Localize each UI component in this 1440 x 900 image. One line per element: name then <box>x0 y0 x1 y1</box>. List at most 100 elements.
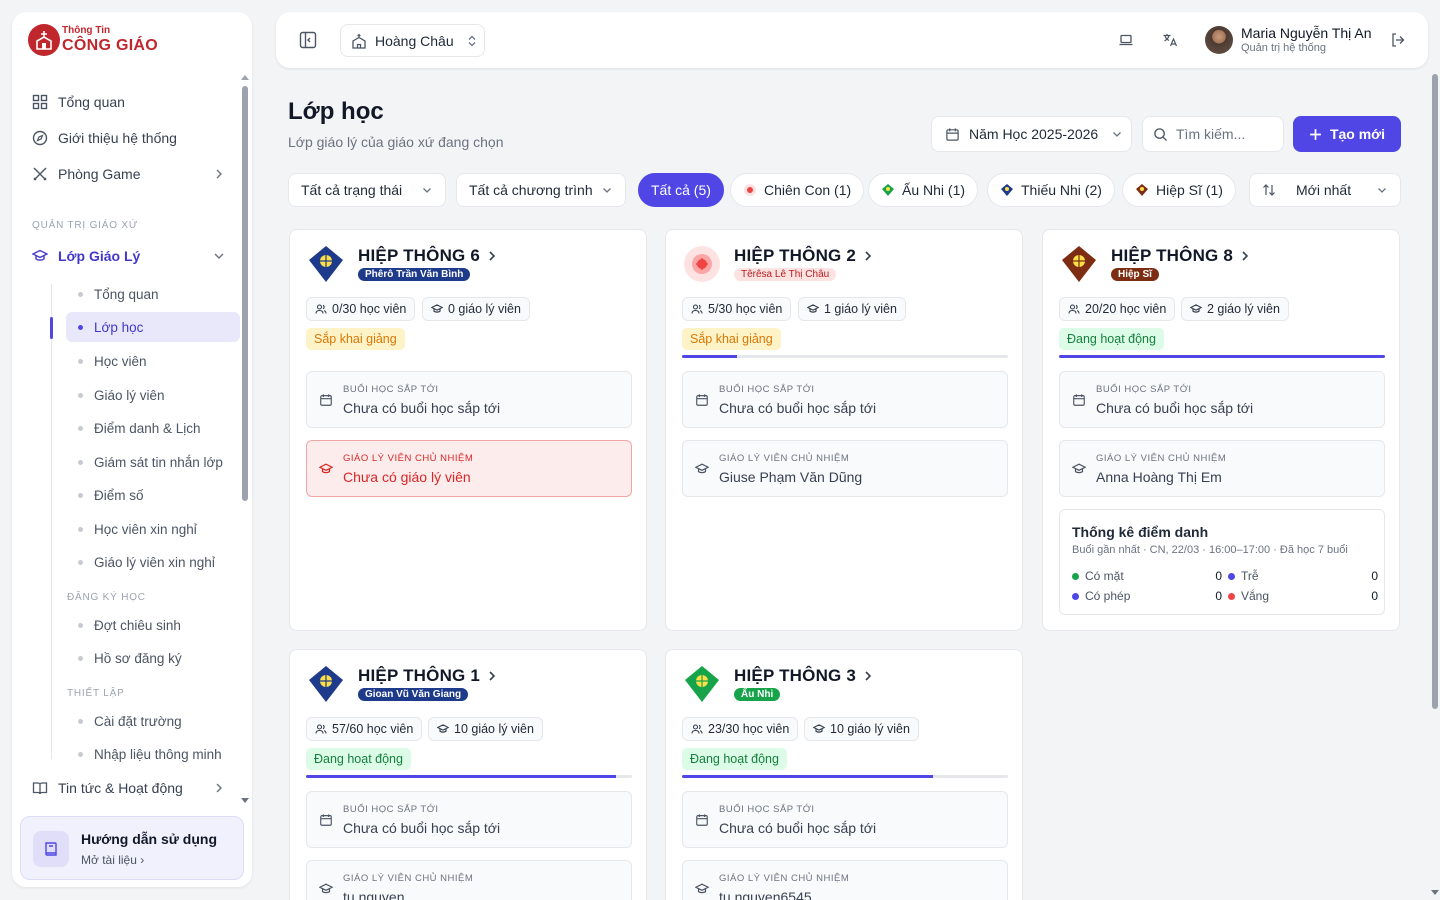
avatar <box>1205 26 1233 54</box>
school-year-select[interactable]: Năm Học 2025-2026 <box>931 116 1132 152</box>
sidebar-sub-classes[interactable]: Lớp học <box>66 312 240 342</box>
teacher-count-chip: 0 giáo lý viên <box>422 297 530 321</box>
scroll-down-arrow-icon[interactable] <box>1431 888 1439 896</box>
sidebar-sub-message-monitor[interactable]: Giám sát tin nhắn lớp <box>66 447 240 477</box>
filter-pill-thieu-nhi[interactable]: Thiếu Nhi (2) <box>987 173 1115 207</box>
sidebar-item-news[interactable]: Tin tức & Hoạt động <box>30 772 226 804</box>
class-name[interactable]: HIỆP THÔNG 3 <box>734 666 874 686</box>
sidebar-item-intro[interactable]: Giới thiệu hệ thống <box>30 122 226 154</box>
class-name[interactable]: HIỆP THÔNG 1 <box>358 666 498 686</box>
sidebar-sub-attendance[interactable]: Điểm danh & Lịch <box>66 413 240 443</box>
sidebar-scrollbar-thumb[interactable] <box>242 86 248 501</box>
user-guide-link[interactable]: Mở tài liệu › <box>81 853 144 867</box>
scroll-down-arrow-icon[interactable] <box>241 796 249 804</box>
sidebar-sub-enrollment-period[interactable]: Đợt chiêu sinh <box>66 610 240 640</box>
student-count: 0/30 học viên <box>332 302 407 316</box>
sort-arrows-icon <box>1263 184 1275 196</box>
class-name[interactable]: HIỆP THÔNG 6 <box>358 246 498 266</box>
graduation-cap-icon <box>807 304 819 313</box>
class-card[interactable]: HIỆP THÔNG 2 Têrêsa Lê Thị Châu 5/30 học… <box>665 229 1023 631</box>
status-filter[interactable]: Tất cả trạng thái <box>288 173 446 207</box>
teacher-count-chip: 1 giáo lý viên <box>798 297 906 321</box>
class-card[interactable]: HIỆP THÔNG 6 Phêrô Trần Văn Bình 0/30 họ… <box>289 229 647 631</box>
toggle-sidebar-button[interactable] <box>296 29 320 51</box>
class-name-text: HIỆP THÔNG 2 <box>734 246 857 265</box>
book-icon <box>33 831 69 867</box>
enrollment-progress-bar <box>1059 355 1385 358</box>
attendance-value: 0 <box>1371 569 1378 583</box>
class-card[interactable]: HIỆP THÔNG 8 Hiệp Sĩ 20/20 học viên 2 gi… <box>1042 229 1400 631</box>
next-session-value: Chưa có buổi học sắp tới <box>719 400 877 416</box>
next-session-label: BUỔI HỌC SẮP TỚI <box>343 384 439 395</box>
hiep-si-badge-icon <box>1059 244 1099 284</box>
users-icon <box>1068 304 1080 314</box>
book-open-icon <box>32 782 48 795</box>
enrollment-progress-fill <box>682 775 934 778</box>
status-filter-value: Tất cả trạng thái <box>301 182 403 198</box>
filter-pill-chien-con[interactable]: Chiên Con (1) <box>730 173 865 207</box>
attendance-label: Vắng <box>1241 589 1270 603</box>
sidebar-sub-catechist-leave[interactable]: Giáo lý viên xin nghỉ <box>66 547 240 577</box>
homeroom-teacher-box: GIÁO LÝ VIÊN CHỦ NHIỆM Chưa có giáo lý v… <box>306 440 632 497</box>
language-button[interactable] <box>1160 30 1180 50</box>
enrollment-progress-fill <box>306 775 616 778</box>
enrollment-progress-bar <box>682 355 1008 358</box>
attendance-stats: Thống kê điểm danh Buổi gần nhất · CN, 2… <box>1059 509 1385 615</box>
sidebar-sub-smart-import[interactable]: Nhập liệu thông minh <box>66 739 240 769</box>
parish-selector[interactable]: Hoàng Châu <box>340 24 485 57</box>
search-icon <box>1154 127 1168 141</box>
chevron-down-icon <box>214 253 224 259</box>
attendance-value: 0 <box>1371 589 1378 603</box>
user-profile[interactable]: Maria Nguyễn Thị An Quản trị hệ thống <box>1205 25 1371 55</box>
sidebar-sub-catechists[interactable]: Giáo lý viên <box>66 380 240 410</box>
sidebar-sub-grades[interactable]: Điểm số <box>66 480 240 510</box>
display-mode-button[interactable] <box>1116 30 1136 50</box>
user-guide-card[interactable]: Hướng dẫn sử dụng Mở tài liệu › <box>20 816 244 880</box>
program-filter[interactable]: Tất cả chương trình <box>456 173 626 207</box>
sidebar-sub-school-settings[interactable]: Cài đặt trường <box>66 706 240 736</box>
sidebar-item-overview[interactable]: Tổng quan <box>30 86 226 118</box>
page-scrollbar[interactable] <box>1430 70 1440 900</box>
next-session-box: BUỔI HỌC SẮP TỚI Chưa có buổi học sắp tớ… <box>682 371 1008 428</box>
compass-icon <box>32 130 48 146</box>
next-session-value: Chưa có buổi học sắp tới <box>343 820 501 836</box>
brand-logo[interactable]: Thông Tin CÔNG GIÁO <box>28 24 158 56</box>
class-name-text: HIỆP THÔNG 8 <box>1111 246 1234 265</box>
sidebar-scrollbar[interactable] <box>241 74 249 809</box>
search-input[interactable]: Tìm kiếm... <box>1142 116 1284 152</box>
sidebar: Thông Tin CÔNG GIÁO Tổng quan Giới thiệu… <box>12 12 252 887</box>
sort-select[interactable]: Mới nhất <box>1249 173 1401 207</box>
class-card[interactable]: HIỆP THÔNG 1 Gioan Vũ Văn Giang 57/60 họ… <box>289 649 647 900</box>
scroll-up-arrow-icon[interactable] <box>241 74 249 82</box>
class-name[interactable]: HIỆP THÔNG 8 <box>1111 246 1251 266</box>
sidebar-item-catechism-classes[interactable]: Lớp Giáo Lý <box>30 240 226 272</box>
class-tag: Hiệp Sĩ <box>1111 268 1159 281</box>
student-count-chip: 23/30 học viên <box>682 717 799 741</box>
teacher-count: 1 giáo lý viên <box>824 302 897 316</box>
create-new-label: Tạo mới <box>1329 126 1386 142</box>
filter-pill-hiep-si[interactable]: Hiệp Sĩ (1) <box>1122 173 1236 207</box>
sidebar-sub-students[interactable]: Học viên <box>66 346 240 376</box>
homeroom-label: GIÁO LÝ VIÊN CHỦ NHIỆM <box>343 453 474 464</box>
logout-button[interactable] <box>1388 30 1408 50</box>
student-count-chip: 5/30 học viên <box>682 297 792 321</box>
next-session-box: BUỔI HỌC SẮP TỚI Chưa có buổi học sắp tớ… <box>306 791 632 848</box>
sidebar-sub-overview[interactable]: Tổng quan <box>66 279 240 309</box>
class-name[interactable]: HIỆP THÔNG 2 <box>734 246 874 266</box>
attendance-absent: Vắng 0 <box>1228 589 1378 603</box>
class-card[interactable]: HIỆP THÔNG 3 Ấu Nhi 23/30 học viên 10 gi… <box>665 649 1023 900</box>
create-new-button[interactable]: Tạo mới <box>1293 116 1401 152</box>
calendar-icon <box>320 394 332 406</box>
homeroom-teacher-box: GIÁO LÝ VIÊN CHỦ NHIỆM Anna Hoàng Thị Em <box>1059 440 1385 497</box>
sidebar-sub-applications[interactable]: Hồ sơ đăng ký <box>66 643 240 673</box>
graduation-cap-icon <box>695 463 709 474</box>
teacher-count: 2 giáo lý viên <box>1207 302 1280 316</box>
filter-pill-all[interactable]: Tất cả (5) <box>638 173 724 207</box>
teacher-count-chip: 10 giáo lý viên <box>428 717 543 741</box>
sidebar-sub-student-leave[interactable]: Học viên xin nghỉ <box>66 514 240 544</box>
sidebar-item-game-room[interactable]: Phòng Game <box>30 158 226 190</box>
student-count-chip: 20/20 học viên <box>1059 297 1176 321</box>
page-scrollbar-thumb[interactable] <box>1432 74 1438 709</box>
translate-icon <box>1163 34 1178 47</box>
filter-pill-au-nhi[interactable]: Ấu Nhi (1) <box>868 173 979 207</box>
